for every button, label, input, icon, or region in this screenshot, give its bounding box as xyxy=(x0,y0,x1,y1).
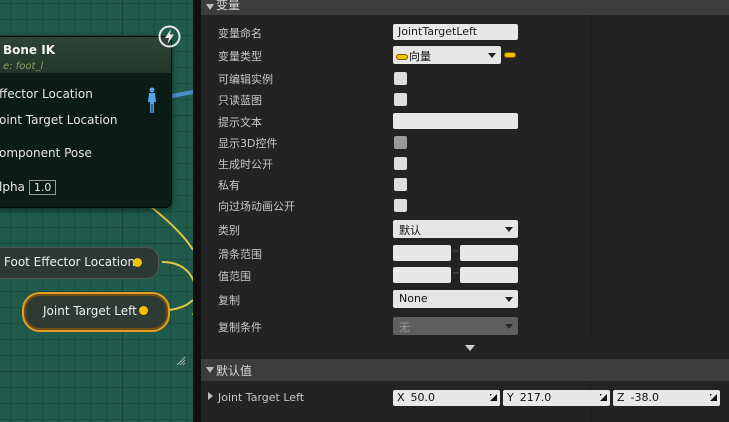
exec-wire xyxy=(171,90,193,98)
vector-wire-2 xyxy=(149,205,193,251)
replication-dropdown[interactable]: None xyxy=(393,290,518,308)
chevron-down-icon xyxy=(505,227,513,232)
z-key: Z xyxy=(617,391,625,404)
blueprint-readonly-checkbox[interactable] xyxy=(394,93,407,106)
show-3d-widget-label: 显示3D控件 xyxy=(218,137,278,150)
default-value-section-header[interactable]: 默认值 xyxy=(201,359,729,381)
expose-on-spawn-checkbox[interactable] xyxy=(394,157,407,170)
instance-editable-checkbox[interactable] xyxy=(394,72,407,85)
default-value-section-title: 默认值 xyxy=(216,364,253,378)
slider-range-label: 滑条范围 xyxy=(218,248,262,261)
drag-corner-icon[interactable] xyxy=(709,393,717,401)
replication-condition-dropdown[interactable]: 无 xyxy=(393,317,518,335)
collapse-arrow-icon[interactable] xyxy=(206,4,214,10)
tooltip-label: 提示文本 xyxy=(218,116,262,129)
z-value: -38.0 xyxy=(630,391,660,404)
blueprint-readonly-label: 只读蓝图 xyxy=(218,94,262,107)
category-dropdown[interactable]: 默认 xyxy=(393,220,518,238)
expose-to-cinematics-label: 向过场动画公开 xyxy=(218,200,295,213)
tooltip-field[interactable] xyxy=(393,113,518,129)
node-subtitle: e: foot_l xyxy=(3,61,44,72)
replication-condition-label: 复制条件 xyxy=(218,321,262,334)
variable-type-label: 变量类型 xyxy=(218,50,262,63)
lightning-icon xyxy=(158,25,181,48)
advanced-expand-icon[interactable] xyxy=(465,345,475,351)
joint-target-left-label: Joint Target Left xyxy=(43,304,137,318)
range-separator: ·· xyxy=(453,269,459,279)
slider-range-min-field[interactable] xyxy=(393,245,451,261)
x-value: 50.0 xyxy=(410,391,436,404)
y-key: Y xyxy=(507,391,514,404)
vector-y-field[interactable]: Y 217.0 xyxy=(503,390,610,406)
variable-section-header[interactable]: 变量 xyxy=(201,0,729,15)
vector-type-icon xyxy=(396,54,408,60)
chevron-down-icon xyxy=(488,53,496,58)
drag-corner-icon[interactable] xyxy=(599,393,607,401)
variable-name-label: 变量命名 xyxy=(218,27,262,40)
two-bone-ik-node[interactable]: Bone IK e: foot_l ffector Location oint … xyxy=(0,36,172,208)
value-range-label: 值范围 xyxy=(218,270,251,283)
details-panel: 变量 变量命名 JointTargetLeft 变量类型 向量 可编辑实例 只读… xyxy=(201,0,729,422)
chevron-down-icon xyxy=(505,297,513,302)
node-header[interactable]: Bone IK e: foot_l xyxy=(0,37,171,73)
container-type-icon[interactable] xyxy=(504,52,516,58)
private-checkbox[interactable] xyxy=(394,178,407,191)
value-range-max-field[interactable] xyxy=(460,267,518,283)
variable-type-value: 向量 xyxy=(409,50,431,63)
pin-alpha-label: lpha xyxy=(0,180,25,194)
chevron-down-icon xyxy=(505,324,513,329)
replication-label: 复制 xyxy=(218,294,240,307)
resize-grip-icon[interactable] xyxy=(176,356,186,366)
value-range-min-field[interactable] xyxy=(393,267,451,283)
slider-range-max-field[interactable] xyxy=(460,245,518,261)
instance-editable-label: 可编辑实例 xyxy=(218,73,273,86)
joint-target-left-node[interactable]: Joint Target Left xyxy=(22,292,170,332)
range-separator: ·· xyxy=(453,247,459,257)
category-value: 默认 xyxy=(399,224,421,237)
y-value: 217.0 xyxy=(519,391,552,404)
collapse-arrow-icon[interactable] xyxy=(206,367,214,373)
expose-to-cinematics-checkbox[interactable] xyxy=(394,199,407,212)
vector-x-field[interactable]: X 50.0 xyxy=(393,390,500,406)
drag-corner-icon[interactable] xyxy=(489,393,497,401)
expand-arrow-icon[interactable] xyxy=(208,392,213,400)
show-3d-widget-checkbox[interactable] xyxy=(394,136,407,149)
category-label: 类别 xyxy=(218,224,240,237)
variable-name-field[interactable]: JointTargetLeft xyxy=(393,24,518,40)
private-label: 私有 xyxy=(218,179,240,192)
blueprint-graph[interactable]: Bone IK e: foot_l ffector Location oint … xyxy=(0,0,193,422)
default-value-label: Joint Target Left xyxy=(218,391,305,404)
person-icon xyxy=(148,87,156,113)
replication-condition-value: 无 xyxy=(399,321,410,334)
output-pin-icon[interactable] xyxy=(139,306,148,315)
variable-section-title: 变量 xyxy=(216,0,241,12)
pin-joint-target-location[interactable]: oint Target Location xyxy=(0,113,118,127)
foot-effector-location-node[interactable]: Foot Effector Location xyxy=(0,247,159,279)
replication-value: None xyxy=(399,292,428,305)
pin-component-pose[interactable]: omponent Pose xyxy=(0,146,92,160)
expose-on-spawn-label: 生成时公开 xyxy=(218,158,273,171)
x-key: X xyxy=(397,391,405,404)
pin-effector-location[interactable]: ffector Location xyxy=(0,87,93,101)
foot-effector-location-label: Foot Effector Location xyxy=(4,255,136,269)
variable-type-dropdown[interactable]: 向量 xyxy=(393,46,501,64)
alpha-value-field[interactable]: 1.0 xyxy=(28,180,57,195)
panel-splitter[interactable] xyxy=(193,0,201,422)
vector-z-field[interactable]: Z -38.0 xyxy=(613,390,720,406)
output-pin-icon[interactable] xyxy=(133,258,142,267)
node-title: Bone IK xyxy=(3,43,56,57)
column-divider[interactable] xyxy=(590,15,591,337)
pin-alpha[interactable]: lpha 1.0 xyxy=(0,180,57,195)
